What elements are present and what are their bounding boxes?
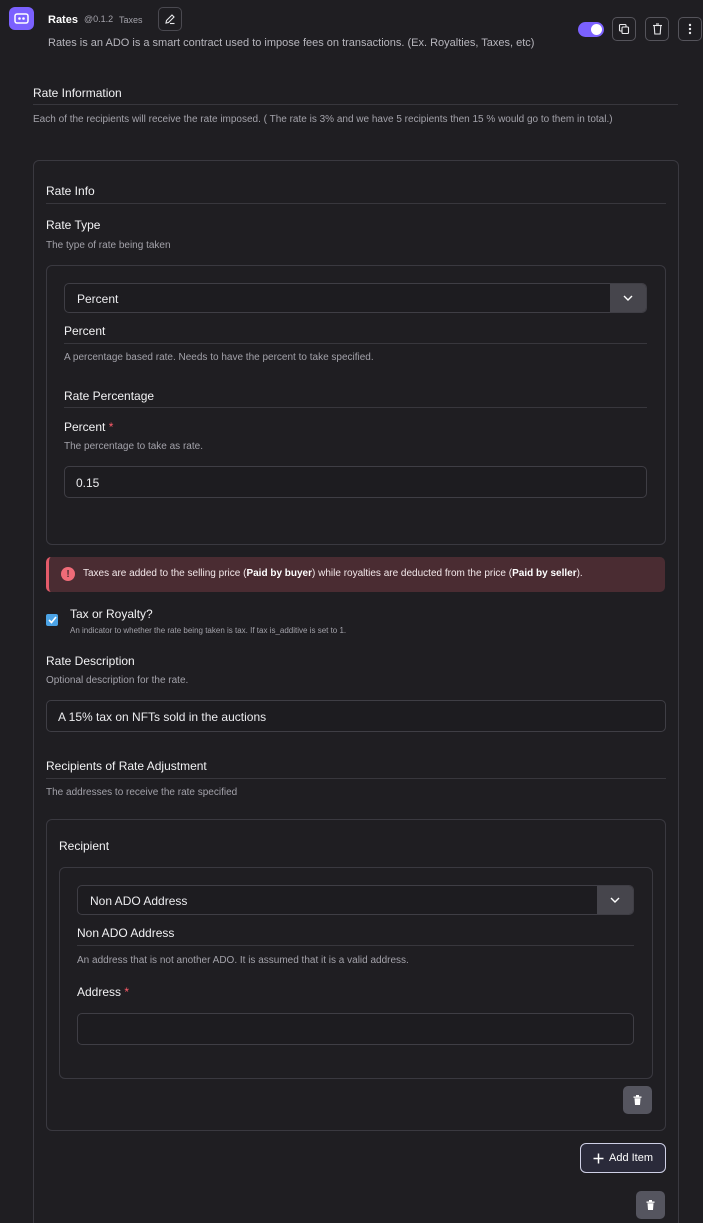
chevron-down-icon[interactable] bbox=[610, 284, 646, 312]
rate-description-label: Rate Description bbox=[46, 654, 135, 668]
enable-toggle[interactable] bbox=[578, 22, 604, 37]
recipient-type-select[interactable]: Non ADO Address bbox=[77, 885, 634, 915]
recipients-help: The addresses to receive the rate specif… bbox=[46, 787, 238, 798]
checkmark-icon bbox=[47, 616, 57, 624]
percent-description: A percentage based rate. Needs to have t… bbox=[64, 352, 374, 363]
divider bbox=[77, 945, 634, 946]
rate-type-label: Rate Type bbox=[46, 218, 101, 232]
add-item-label: Add Item bbox=[608, 1152, 654, 1164]
edit-button[interactable] bbox=[158, 7, 182, 31]
divider bbox=[46, 778, 666, 779]
divider bbox=[64, 343, 647, 344]
rate-type-help: The type of rate being taken bbox=[46, 240, 171, 251]
duplicate-button[interactable] bbox=[612, 17, 636, 41]
divider bbox=[64, 407, 647, 408]
trash-icon bbox=[652, 23, 662, 35]
more-options-button[interactable] bbox=[678, 17, 702, 41]
delete-ado-button[interactable] bbox=[645, 17, 669, 41]
tax-or-royalty-checkbox[interactable] bbox=[46, 614, 58, 626]
ado-description: Rates is an ADO is a smart contract used… bbox=[48, 37, 535, 49]
pencil-icon bbox=[165, 14, 175, 25]
percent-field-help: The percentage to take as rate. bbox=[64, 441, 203, 452]
divider bbox=[46, 203, 666, 204]
delete-rate-button[interactable] bbox=[636, 1191, 665, 1219]
required-marker: * bbox=[108, 420, 114, 434]
kebab-menu-icon bbox=[688, 23, 692, 35]
rate-info-heading: Rate Info bbox=[46, 184, 95, 198]
ado-logo-icon bbox=[9, 7, 34, 30]
tax-or-royalty-help: An indicator to whether the rate being t… bbox=[70, 626, 347, 635]
percent-input-value: 0.15 bbox=[76, 476, 100, 490]
rate-type-selected-value: Percent bbox=[77, 292, 119, 306]
trash-icon bbox=[633, 1095, 642, 1105]
non-ado-address-description: An address that is not another ADO. It i… bbox=[77, 955, 409, 966]
percent-field-label: Percent * bbox=[64, 420, 114, 434]
delete-recipient-button[interactable] bbox=[623, 1086, 652, 1114]
copy-icon bbox=[618, 23, 630, 35]
alert-icon: ! bbox=[61, 567, 75, 581]
rate-type-select[interactable]: Percent bbox=[64, 283, 647, 313]
ado-version: @0.1.2 bbox=[84, 14, 114, 24]
rate-information-description: Each of the recipients will receive the … bbox=[33, 114, 613, 125]
recipient-type-selected-value: Non ADO Address bbox=[90, 894, 188, 908]
tax-or-royalty-label: Tax or Royalty? bbox=[70, 607, 153, 621]
non-ado-address-heading: Non ADO Address bbox=[77, 926, 175, 940]
rate-description-value: A 15% tax on NFTs sold in the auctions bbox=[58, 710, 267, 724]
recipients-heading: Recipients of Rate Adjustment bbox=[46, 759, 207, 773]
trash-icon bbox=[646, 1200, 655, 1210]
ado-title: Rates bbox=[48, 14, 78, 26]
address-label: Address * bbox=[77, 985, 130, 999]
ado-type-badge: Taxes bbox=[119, 15, 143, 25]
address-input[interactable] bbox=[77, 1013, 634, 1045]
rate-description-help: Optional description for the rate. bbox=[46, 675, 189, 686]
recipient-label: Recipient bbox=[59, 839, 110, 853]
rate-information-heading: Rate Information bbox=[33, 86, 122, 100]
rate-percentage-heading: Rate Percentage bbox=[64, 389, 155, 403]
required-marker: * bbox=[124, 985, 130, 999]
tax-royalty-alert: ! Taxes are added to the selling price (… bbox=[46, 557, 665, 592]
add-item-button[interactable]: Add Item bbox=[580, 1143, 666, 1173]
plus-icon bbox=[593, 1153, 604, 1163]
divider bbox=[33, 104, 678, 105]
percent-input[interactable]: 0.15 bbox=[64, 466, 647, 498]
chevron-down-icon[interactable] bbox=[597, 886, 633, 914]
alert-text: Taxes are added to the selling price (Pa… bbox=[83, 568, 583, 579]
percent-heading: Percent bbox=[64, 324, 106, 338]
rate-description-input[interactable]: A 15% tax on NFTs sold in the auctions bbox=[46, 700, 666, 732]
